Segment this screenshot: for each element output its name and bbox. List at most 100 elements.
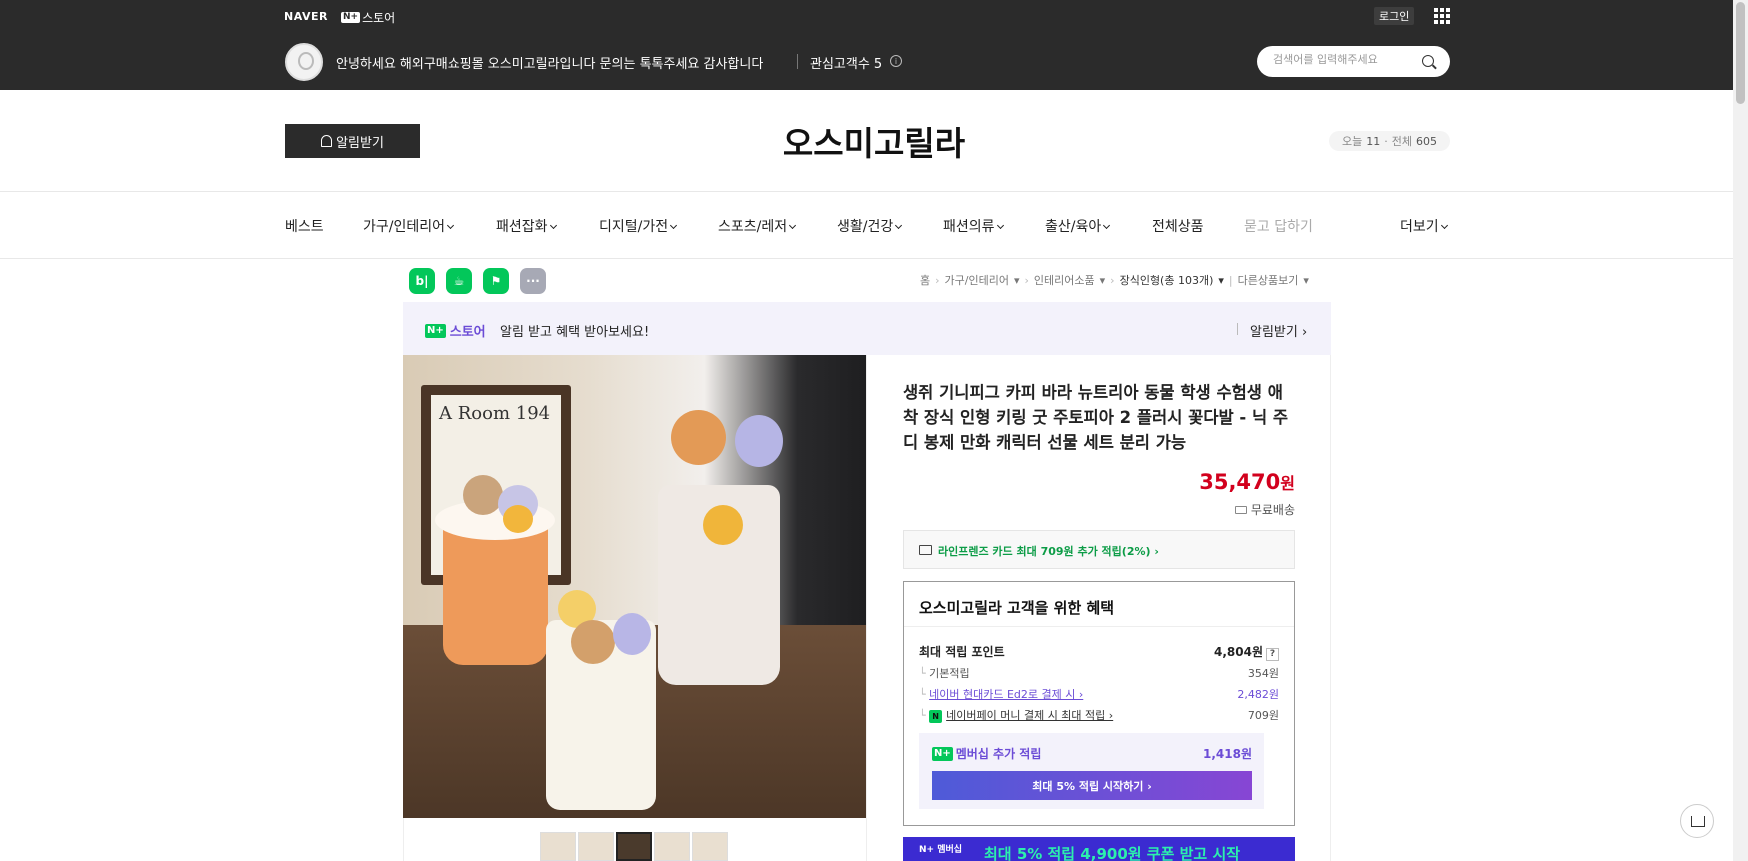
benefit-row: └ 네이버 현대카드 Ed2로 결제 시 › 2,482원 bbox=[919, 686, 1279, 702]
menu-label: 디지털/가전 bbox=[599, 219, 669, 235]
scrollbar[interactable] bbox=[1733, 0, 1748, 861]
separator-dot: · bbox=[1384, 134, 1388, 148]
cafe-icon[interactable]: ☕ bbox=[446, 268, 472, 294]
menu-qna[interactable]: 묻고 답하기 bbox=[1244, 216, 1313, 236]
breadcrumb-home[interactable]: 홈 bbox=[920, 272, 930, 288]
breadcrumb-cat1[interactable]: 가구/인테리어 bbox=[945, 272, 1009, 288]
chevron-down-icon bbox=[789, 221, 797, 230]
benefit-title: 오스미고릴라 고객을 위한 혜택 bbox=[919, 599, 1115, 617]
menu-furniture[interactable]: 가구/인테리어 bbox=[363, 216, 455, 236]
max-points-label: 최대 적립 포인트 bbox=[919, 645, 1005, 659]
share-icons: b| ☕ ⚑ ··· bbox=[409, 268, 546, 294]
benefit-row: └ 기본적립 354원 bbox=[919, 665, 1279, 681]
notice-alarm-label: 알림받기 bbox=[1250, 325, 1298, 340]
caret-down-icon[interactable]: ▾ bbox=[1014, 274, 1020, 287]
divider bbox=[0, 258, 1748, 259]
scroll-thumb[interactable] bbox=[1736, 2, 1745, 104]
membership-label: 멤버십 추가 적립 bbox=[955, 747, 1042, 761]
thumbnail[interactable] bbox=[654, 832, 690, 861]
promo-badge: N+ 멤버십 bbox=[919, 845, 963, 855]
product-price: 35,470원 bbox=[1100, 470, 1295, 494]
caret-down-icon[interactable]: ▾ bbox=[1100, 274, 1106, 287]
menu-fashion-goods[interactable]: 패션잡화 bbox=[496, 216, 557, 236]
other-products-link[interactable]: 다른상품보기 bbox=[1238, 272, 1299, 288]
max-points-row: 최대 적립 포인트 4,804원? bbox=[919, 643, 1279, 661]
naver-store-logo[interactable]: N+ 스토어 bbox=[341, 9, 395, 26]
breadcrumb-cat2[interactable]: 인테리어소품 bbox=[1034, 272, 1095, 288]
store-avatar[interactable] bbox=[285, 43, 323, 81]
search-icon[interactable] bbox=[1422, 55, 1434, 67]
caret-down-icon[interactable]: ▾ bbox=[1303, 274, 1309, 287]
menu-label: 패션잡화 bbox=[496, 219, 548, 235]
membership-value: 1,418원 bbox=[1203, 747, 1252, 761]
visitor-count: 오늘 11 · 전체 605 bbox=[1329, 131, 1450, 151]
chevron-down-icon bbox=[549, 221, 557, 230]
naver-logo[interactable]: NAVER bbox=[284, 10, 328, 23]
notice-alarm-link[interactable]: 알림받기 › bbox=[1250, 321, 1307, 340]
price-unit: 원 bbox=[1280, 474, 1295, 493]
bookmark-icon[interactable]: ⚑ bbox=[483, 268, 509, 294]
store-title[interactable]: 오스미고릴라 bbox=[0, 117, 1748, 165]
benefit-row-value: 709원 bbox=[1247, 709, 1279, 722]
menu-fashion-clothes[interactable]: 패션의류 bbox=[943, 216, 1004, 236]
membership-row: N+ 멤버십 추가 적립 1,418원 bbox=[932, 745, 1252, 762]
breadcrumb-cat3[interactable]: 장식인형(총 103개) bbox=[1120, 272, 1214, 288]
thumbnail[interactable] bbox=[540, 832, 576, 861]
top-bar: NAVER N+ 스토어 로그인 안녕하세요 해외구매쇼핑몰 오스미고릴라입니다… bbox=[0, 0, 1748, 90]
chevron-down-icon bbox=[996, 221, 1004, 230]
thumbnail-selected[interactable] bbox=[616, 832, 652, 861]
nplus-badge: N+ bbox=[425, 323, 446, 338]
thumbnail[interactable] bbox=[692, 832, 728, 861]
apps-grid-icon[interactable] bbox=[1434, 8, 1450, 24]
menu-label: 더보기 bbox=[1400, 219, 1439, 235]
menu-label: 생활/건강 bbox=[837, 219, 894, 235]
info-icon[interactable]: i bbox=[890, 55, 902, 67]
search-box[interactable] bbox=[1257, 46, 1450, 77]
divider bbox=[0, 191, 1748, 192]
login-button[interactable]: 로그인 bbox=[1374, 7, 1415, 25]
menu-digital[interactable]: 디지털/가전 bbox=[599, 216, 678, 236]
divider bbox=[1330, 355, 1331, 861]
store-greeting: 안녕하세요 해외구매쇼핑몰 오스미고릴라입니다 문의는 톡톡주세요 감사합니다 bbox=[336, 57, 764, 72]
membership-start-button[interactable]: 최대 5% 적립 시작하기 › bbox=[932, 771, 1252, 800]
shipping-label: 무료배송 bbox=[1250, 503, 1295, 517]
plush bbox=[613, 613, 651, 655]
share-float-button[interactable] bbox=[1680, 804, 1714, 838]
more-icon[interactable]: ··· bbox=[520, 268, 546, 294]
plush bbox=[703, 505, 743, 545]
visitors-today-label: 오늘 bbox=[1342, 135, 1363, 148]
search-input[interactable] bbox=[1273, 53, 1413, 66]
blog-icon[interactable]: b| bbox=[409, 268, 435, 294]
menu-all-products[interactable]: 전체상품 bbox=[1152, 216, 1204, 236]
menu-more[interactable]: 더보기 bbox=[1400, 216, 1448, 236]
divider: | bbox=[1228, 273, 1233, 287]
favorite-count: 관심고객수 5 bbox=[810, 57, 883, 72]
menu-living[interactable]: 생활/건강 bbox=[837, 216, 903, 236]
menu-label: 스포츠/레저 bbox=[718, 219, 788, 235]
divider bbox=[1237, 323, 1238, 335]
chevron-down-icon bbox=[446, 221, 455, 230]
visitors-today: 11 bbox=[1366, 134, 1381, 148]
membership-promo-banner[interactable]: N+ 멤버십 최대 5% 적립 4,900원 쿠폰 받고 시작 bbox=[903, 837, 1295, 861]
menu-sports[interactable]: 스포츠/레저 bbox=[718, 216, 797, 236]
max-points-value: 4,804원 bbox=[1214, 645, 1263, 659]
caret-down-icon[interactable]: ▾ bbox=[1218, 274, 1224, 287]
npay-money-link[interactable]: 네이버페이 머니 결제 시 최대 적립 › bbox=[946, 709, 1113, 722]
menu-baby[interactable]: 출산/육아 bbox=[1045, 216, 1111, 236]
card-benefit-box[interactable]: 라인프렌즈 카드 최대 709원 추가 적립(2%) › bbox=[903, 530, 1295, 569]
sub-item-icon: └ bbox=[919, 709, 930, 722]
chevron-down-icon bbox=[670, 221, 678, 230]
help-icon[interactable]: ? bbox=[1266, 648, 1279, 661]
hyundai-card-link[interactable]: 네이버 현대카드 Ed2로 결제 시 › bbox=[929, 688, 1083, 701]
card-benefit-text: 라인프렌즈 카드 최대 709원 추가 적립(2%) › bbox=[938, 545, 1159, 558]
benefit-row: └ N 네이버페이 머니 결제 시 최대 적립 › 709원 bbox=[919, 707, 1279, 723]
card-icon bbox=[919, 545, 932, 555]
product-main-image[interactable]: A Room 194 bbox=[403, 355, 867, 818]
thumbnail[interactable] bbox=[578, 832, 614, 861]
store-label: 스토어 bbox=[449, 325, 486, 340]
membership-box: N+ 멤버십 추가 적립 1,418원 최대 5% 적립 시작하기 › bbox=[919, 733, 1264, 809]
plush bbox=[503, 505, 533, 533]
visitors-total-label: 전체 bbox=[1391, 135, 1412, 148]
menu-best[interactable]: 베스트 bbox=[285, 216, 324, 236]
chevron-down-icon bbox=[1440, 221, 1448, 230]
